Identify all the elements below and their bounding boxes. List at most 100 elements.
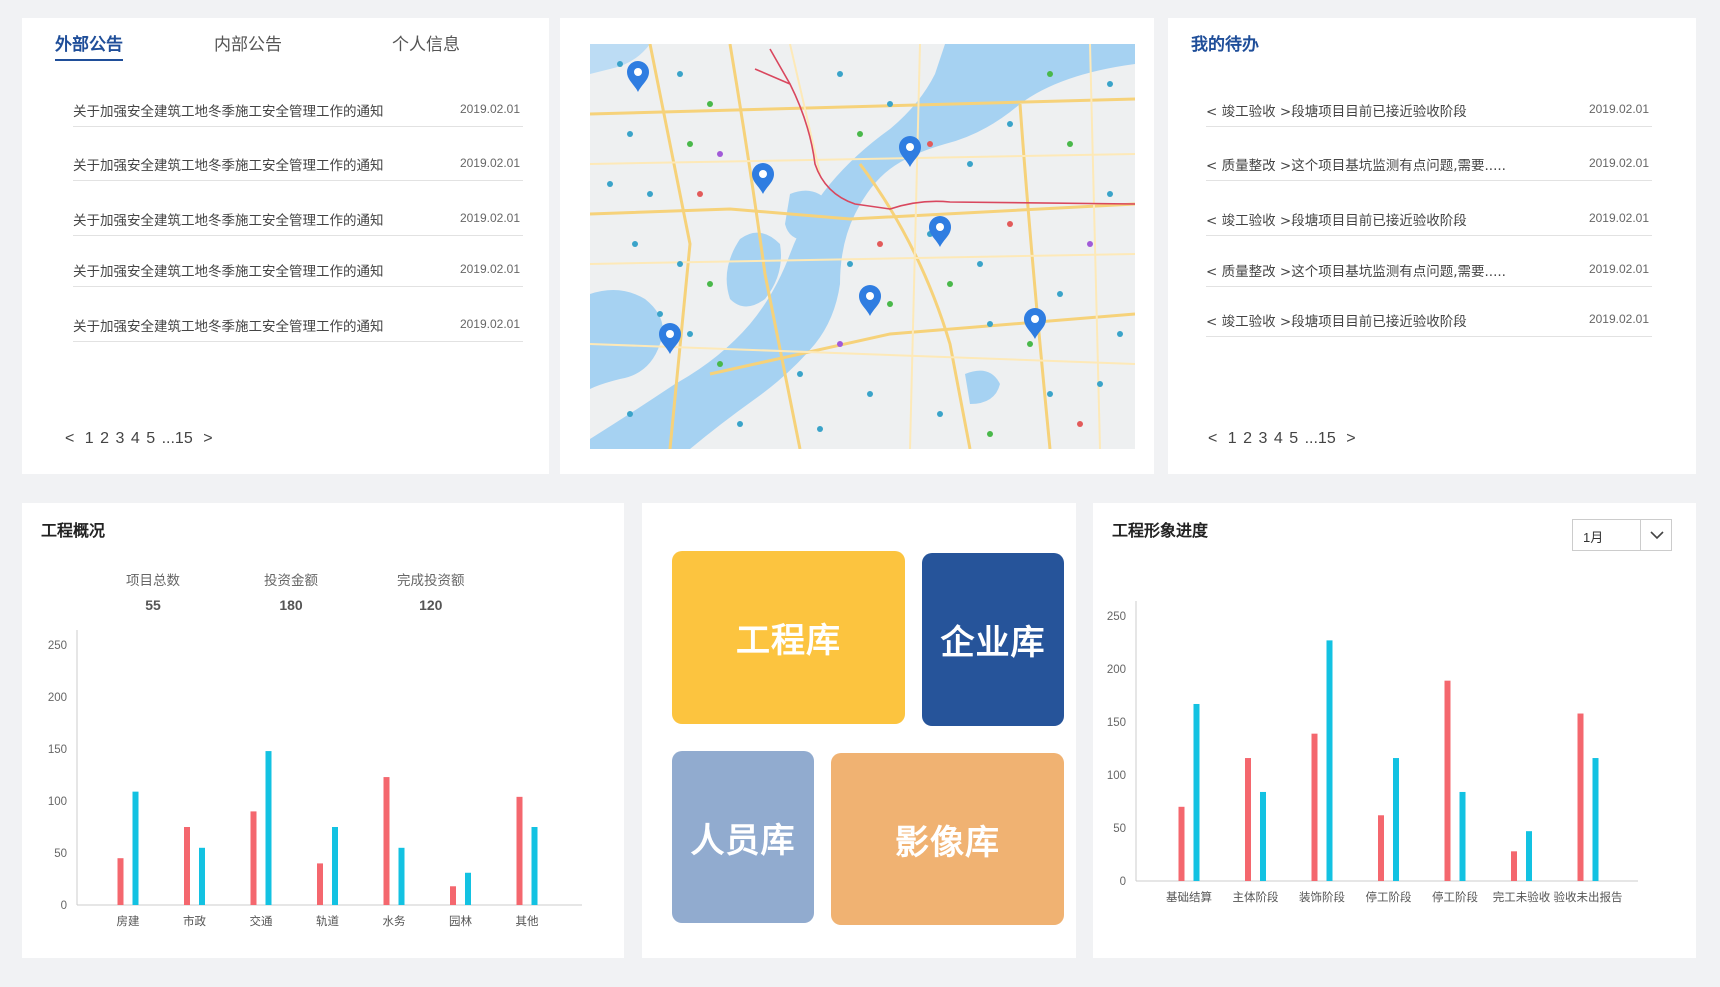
tab-personal-info[interactable]: 个人信息 xyxy=(392,30,460,55)
todo-item[interactable]: < 质量整改 >这个项目基坑监测有点问题,需要..... 2019.02.01 xyxy=(1206,152,1652,181)
notice-item[interactable]: 关于加强安全建筑工地冬季施工安全管理工作的通知 2019.02.01 xyxy=(73,152,523,181)
todo-item-title: < 质量整改 >这个项目基坑监测有点问题,需要..... xyxy=(1206,158,1506,174)
y-tick-label: 100 xyxy=(48,796,67,808)
page-5-link[interactable]: 5 xyxy=(1289,430,1298,447)
x-tick-label: 基础结算 xyxy=(1166,890,1212,904)
todo-item-title: < 竣工验收 >段塘项目目前已接近验收阶段 xyxy=(1206,314,1467,330)
bar xyxy=(265,751,272,905)
stat-label: 项目总数 xyxy=(126,573,180,589)
todo-item[interactable]: < 竣工验收 >段塘项目目前已接近验收阶段 2019.02.01 xyxy=(1206,207,1652,236)
todo-item-title: < 竣工验收 >段塘项目目前已接近验收阶段 xyxy=(1206,213,1467,229)
notice-tabs: 外部公告 内部公告 个人信息 xyxy=(22,18,549,62)
bar xyxy=(1592,758,1599,881)
page-4-link[interactable]: 4 xyxy=(1274,430,1283,447)
y-tick-label: 150 xyxy=(48,744,67,756)
bar xyxy=(1511,851,1517,881)
page-5-link[interactable]: 5 xyxy=(146,430,155,447)
todo-item-date: 2019.02.01 xyxy=(1588,262,1649,276)
page-2-link[interactable]: 2 xyxy=(1243,430,1252,447)
stat-label: 完成投资额 xyxy=(397,573,465,589)
bar xyxy=(332,827,338,905)
image-library-tile[interactable]: 影像库 xyxy=(831,753,1064,925)
bar xyxy=(398,847,405,905)
y-tick-label: 0 xyxy=(61,900,67,912)
y-tick-label: 50 xyxy=(1113,823,1126,835)
notice-item[interactable]: 关于加强安全建筑工地冬季施工安全管理工作的通知 2019.02.01 xyxy=(73,258,523,287)
y-tick-label: 100 xyxy=(1107,770,1126,782)
page-1-link[interactable]: 1 xyxy=(1228,430,1237,447)
x-tick-label: 停工阶段 xyxy=(1366,890,1412,904)
next-page-button[interactable]: > xyxy=(1346,430,1355,447)
todo-item[interactable]: < 质量整改 >这个项目基坑监测有点问题,需要..... 2019.02.01 xyxy=(1206,258,1652,287)
bar xyxy=(250,811,257,905)
notice-panel: 外部公告 内部公告 个人信息 关于加强安全建筑工地冬季施工安全管理工作的通知 2… xyxy=(22,18,549,474)
notice-date: 2019.02.01 xyxy=(459,262,520,276)
y-tick-label: 200 xyxy=(48,692,67,704)
x-tick-label: 其他 xyxy=(516,914,539,928)
tab-external-notice[interactable]: 外部公告 xyxy=(55,30,123,61)
page-2-link[interactable]: 2 xyxy=(100,430,109,447)
construction-progress-panel: 工程形象进度 1月 0 50 100 150 200 250 基础结算 主体阶段 装饰阶段 停工阶… xyxy=(1093,503,1696,958)
personnel-library-tile[interactable]: 人员库 xyxy=(672,751,814,923)
page-3-link[interactable]: 3 xyxy=(116,430,125,447)
todo-item-title: < 质量整改 >这个项目基坑监测有点问题,需要..... xyxy=(1206,264,1506,280)
last-page-link[interactable]: ...15 xyxy=(162,430,193,447)
bar xyxy=(317,863,323,905)
y-tick-label: 200 xyxy=(1107,664,1126,676)
x-tick-label: 主体阶段 xyxy=(1233,890,1279,904)
bar xyxy=(1577,713,1584,881)
notice-title: 关于加强安全建筑工地冬季施工安全管理工作的通知 xyxy=(73,158,384,174)
chevron-down-icon xyxy=(1650,531,1664,540)
todo-item[interactable]: < 竣工验收 >段塘项目目前已接近验收阶段 2019.02.01 xyxy=(1206,308,1652,337)
notice-title: 关于加强安全建筑工地冬季施工安全管理工作的通知 xyxy=(73,213,384,229)
bar xyxy=(1260,791,1266,881)
tab-internal-notice[interactable]: 内部公告 xyxy=(214,30,282,55)
last-page-link[interactable]: ...15 xyxy=(1305,430,1336,447)
next-page-button[interactable]: > xyxy=(203,430,212,447)
notice-item[interactable]: 关于加强安全建筑工地冬季施工安全管理工作的通知 2019.02.01 xyxy=(73,98,523,127)
todo-title: 我的待办 xyxy=(1191,35,1259,55)
notice-item[interactable]: 关于加强安全建筑工地冬季施工安全管理工作的通知 2019.02.01 xyxy=(73,207,523,236)
x-tick-label: 停工阶段 xyxy=(1432,890,1478,904)
page-3-link[interactable]: 3 xyxy=(1259,430,1268,447)
prev-page-button[interactable]: < xyxy=(65,430,74,447)
tile-label: 工程库 xyxy=(736,621,841,661)
todo-item[interactable]: < 竣工验收 >段塘项目目前已接近验收阶段 2019.02.01 xyxy=(1206,98,1652,127)
prev-page-button[interactable]: < xyxy=(1208,430,1217,447)
x-tick-label: 水务 xyxy=(383,914,406,928)
bar xyxy=(1393,758,1399,881)
x-tick-label: 交通 xyxy=(250,914,273,928)
map-panel xyxy=(560,18,1154,474)
y-tick-label: 0 xyxy=(1120,876,1126,888)
bar xyxy=(1459,791,1466,881)
todo-item-date: 2019.02.01 xyxy=(1588,211,1649,225)
overview-title: 工程概况 xyxy=(41,521,106,540)
bar xyxy=(1245,758,1251,881)
progress-title: 工程形象进度 xyxy=(1112,521,1209,540)
enterprise-library-tile[interactable]: 企业库 xyxy=(922,553,1064,726)
city-map[interactable] xyxy=(590,44,1135,449)
x-tick-label: 房建 xyxy=(117,914,140,928)
y-tick-label: 50 xyxy=(54,848,67,860)
stat-label: 投资金额 xyxy=(264,573,318,589)
month-select[interactable]: 1月 xyxy=(1572,519,1672,551)
tile-label: 企业库 xyxy=(940,623,1046,663)
bar xyxy=(1444,680,1451,881)
notice-title: 关于加强安全建筑工地冬季施工安全管理工作的通知 xyxy=(73,319,384,335)
notice-item[interactable]: 关于加强安全建筑工地冬季施工安全管理工作的通知 2019.02.01 xyxy=(73,313,523,342)
bar xyxy=(1378,815,1384,881)
project-library-tile[interactable]: 工程库 xyxy=(672,551,905,724)
bar xyxy=(184,827,190,905)
x-tick-label: 验收未出报告 xyxy=(1554,890,1623,904)
map-canvas[interactable] xyxy=(590,44,1135,449)
page-4-link[interactable]: 4 xyxy=(131,430,140,447)
bar xyxy=(1193,703,1200,881)
tile-label: 人员库 xyxy=(690,820,796,861)
todo-item-date: 2019.02.01 xyxy=(1588,312,1649,326)
bar xyxy=(450,886,456,905)
page-1-link[interactable]: 1 xyxy=(85,430,94,447)
bar xyxy=(1178,806,1185,881)
x-tick-label: 完工未验收 xyxy=(1493,890,1551,904)
bar xyxy=(1326,640,1333,881)
x-tick-label: 市政 xyxy=(183,914,206,928)
